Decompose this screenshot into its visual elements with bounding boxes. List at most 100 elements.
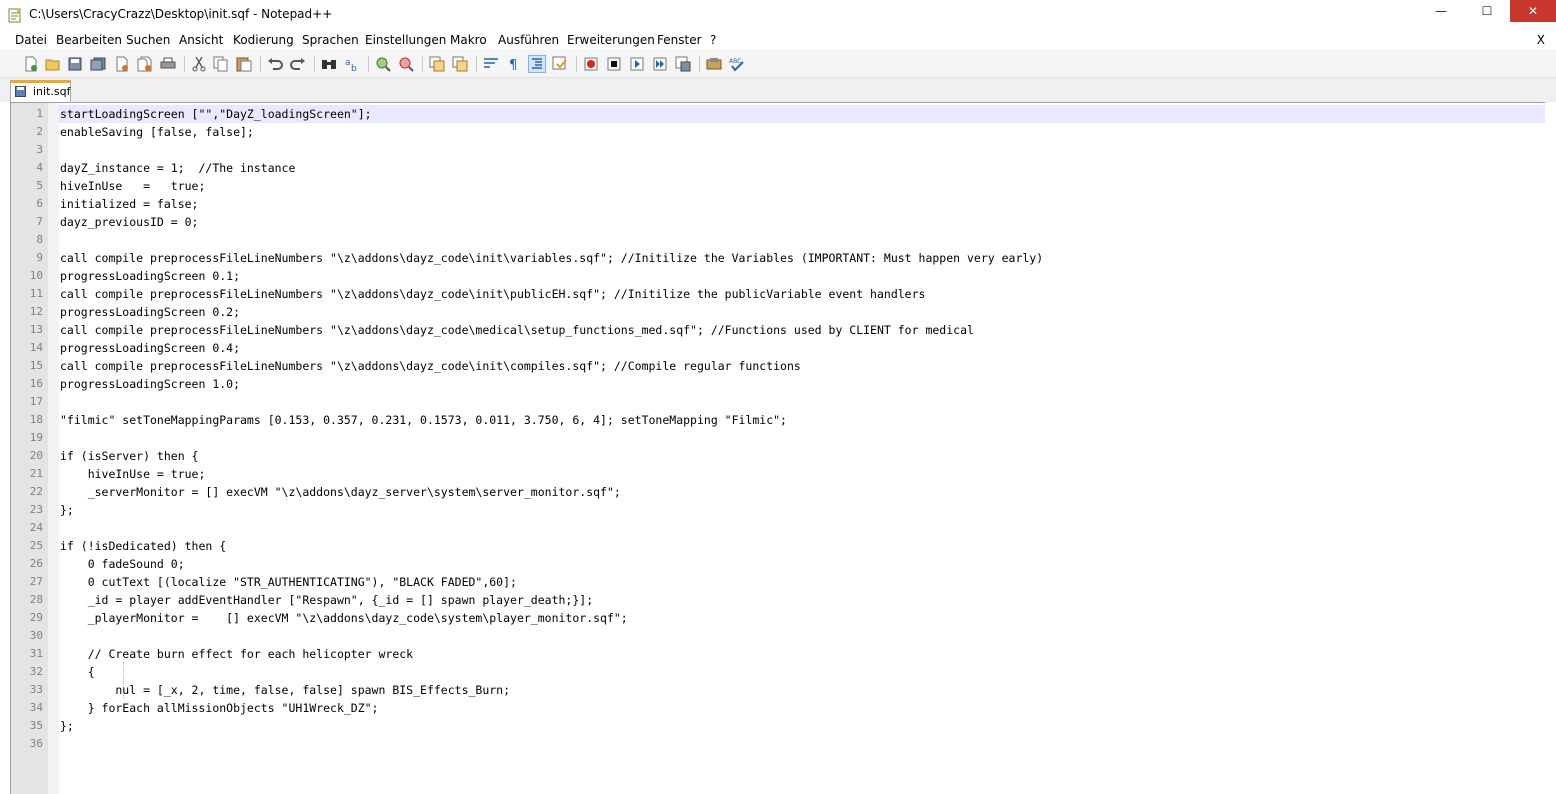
line-text[interactable]: initialized = false; <box>60 195 198 213</box>
save-icon[interactable] <box>66 55 84 73</box>
undo-icon[interactable] <box>266 55 284 73</box>
line-text[interactable]: progressLoadingScreen 0.1; <box>60 267 240 285</box>
paste-icon[interactable] <box>235 55 253 73</box>
line-text[interactable]: nul = [_x, 2, time, false, false] spawn … <box>60 681 510 699</box>
line-text[interactable]: dayZ_instance = 1; //The instance <box>60 159 295 177</box>
print-icon[interactable] <box>159 55 177 73</box>
line-number: 22 <box>29 485 43 498</box>
menu-help[interactable]: ? <box>710 33 716 47</box>
word-wrap-icon[interactable] <box>482 55 500 73</box>
menu-fenster[interactable]: Fenster <box>657 33 702 47</box>
window-controls: — ☐ ✕ <box>1418 0 1556 22</box>
menu-suchen[interactable]: Suchen <box>126 33 170 47</box>
play-macro-icon[interactable] <box>628 55 646 73</box>
tab-label: init.sqf <box>33 85 71 98</box>
line-text[interactable]: "filmic" setToneMappingParams [0.153, 0.… <box>60 411 787 429</box>
line-text[interactable]: _id = player addEventHandler ["Respawn",… <box>60 591 593 609</box>
line-text[interactable]: hiveInUse = true; <box>60 177 205 195</box>
sync-vertical-scroll-icon[interactable] <box>428 55 446 73</box>
find-icon[interactable] <box>320 55 338 73</box>
zoom-in-icon[interactable] <box>374 55 392 73</box>
show-all-characters-icon[interactable]: ¶ <box>505 55 523 73</box>
line-text[interactable]: }; <box>60 717 74 735</box>
replace-icon[interactable]: ab <box>343 55 361 73</box>
minimize-button[interactable]: — <box>1418 0 1464 22</box>
line-number: 32 <box>29 665 43 678</box>
line-text[interactable]: call compile preprocessFileLineNumbers "… <box>60 357 801 375</box>
save-macro-icon[interactable] <box>674 55 692 73</box>
saved-file-icon <box>15 86 26 97</box>
menu-makro[interactable]: Makro <box>450 33 487 47</box>
line-text[interactable]: 0 fadeSound 0; <box>60 555 185 573</box>
open-file-icon[interactable] <box>44 55 62 73</box>
line-text[interactable]: _serverMonitor = [] execVM "\z\addons\da… <box>60 483 621 501</box>
close-document-button[interactable]: X <box>1537 33 1545 47</box>
folder-as-workspace-icon[interactable] <box>551 55 569 73</box>
line-number: 9 <box>36 251 43 264</box>
record-macro-icon[interactable] <box>582 55 600 73</box>
line-number: 4 <box>36 161 43 174</box>
line-text[interactable]: hiveInUse = true; <box>60 465 206 483</box>
stop-recording-icon[interactable] <box>605 55 623 73</box>
copy-icon[interactable] <box>212 55 230 73</box>
menu-einstellungen[interactable]: Einstellungen <box>365 33 446 47</box>
run-macro-multiple-icon[interactable] <box>651 55 669 73</box>
line-text[interactable]: call compile preprocessFileLineNumbers "… <box>60 249 1043 267</box>
line-text[interactable]: { <box>60 663 95 681</box>
line-number: 34 <box>29 701 43 714</box>
menu-ansicht[interactable]: Ansicht <box>179 33 223 47</box>
toolbar-separator <box>476 56 477 72</box>
new-file-icon[interactable] <box>22 55 40 73</box>
line-text[interactable]: progressLoadingScreen 0.2; <box>60 303 240 321</box>
menu-sprachen[interactable]: Sprachen <box>302 33 359 47</box>
line-number: 10 <box>29 269 43 282</box>
line-number: 28 <box>29 593 43 606</box>
menu-ausfuehren[interactable]: Ausführen <box>498 33 559 47</box>
line-text[interactable]: }; <box>60 501 74 519</box>
line-number: 7 <box>36 215 43 228</box>
window-title: C:\Users\CracyCrazz\Desktop\init.sqf - N… <box>29 7 333 21</box>
line-text[interactable]: // Create burn effect for each helicopte… <box>60 645 413 663</box>
line-text[interactable]: call compile preprocessFileLineNumbers "… <box>60 321 974 339</box>
redo-icon[interactable] <box>289 55 307 73</box>
menu-kodierung[interactable]: Kodierung <box>233 33 294 47</box>
toolbar-separator <box>576 56 577 72</box>
close-all-icon[interactable] <box>136 55 154 73</box>
line-number: 3 <box>36 143 43 156</box>
line-text[interactable]: if (isServer) then { <box>60 447 198 465</box>
line-number: 13 <box>29 323 43 336</box>
line-number: 18 <box>29 413 43 426</box>
document-map-icon[interactable] <box>705 55 723 73</box>
toolbar-separator <box>368 56 369 72</box>
cut-icon[interactable] <box>190 55 208 73</box>
line-text[interactable]: call compile preprocessFileLineNumbers "… <box>60 285 925 303</box>
indent-guide-icon[interactable] <box>528 55 546 73</box>
menu-bearbeiten[interactable]: Bearbeiten <box>56 33 122 47</box>
maximize-button[interactable]: ☐ <box>1464 0 1510 22</box>
line-text[interactable]: if (!isDedicated) then { <box>60 537 226 555</box>
close-button[interactable]: ✕ <box>1510 0 1556 22</box>
line-text[interactable]: progressLoadingScreen 1.0; <box>60 375 240 393</box>
fold-margin[interactable] <box>48 103 59 794</box>
line-text[interactable]: dayz_previousID = 0; <box>60 213 198 231</box>
save-all-icon[interactable] <box>89 55 107 73</box>
line-text[interactable]: } forEach allMissionObjects "UH1Wreck_DZ… <box>60 699 379 717</box>
line-text[interactable]: 0 cutText [(localize "STR_AUTHENTICATING… <box>60 573 517 591</box>
zoom-out-icon[interactable] <box>397 55 415 73</box>
text-area[interactable]: 1 startLoadingScreen ["","DayZ_loadingScr… <box>30 103 1545 794</box>
tab-init-sqf[interactable]: init.sqf <box>10 80 71 102</box>
sync-horizontal-scroll-icon[interactable] <box>451 55 469 73</box>
close-file-icon[interactable] <box>113 55 131 73</box>
spell-check-icon[interactable]: ABC <box>728 55 746 73</box>
line-number: 15 <box>29 359 43 372</box>
menu-datei[interactable]: Datei <box>15 33 47 47</box>
line-number: 35 <box>29 719 43 732</box>
svg-text:b: b <box>351 64 357 72</box>
line-text[interactable]: progressLoadingScreen 0.4; <box>60 339 240 357</box>
line-text[interactable]: enableSaving [false, false]; <box>60 123 254 141</box>
menu-erweiterungen[interactable]: Erweiterungen <box>567 33 655 47</box>
line-number: 11 <box>29 287 43 300</box>
code-editor[interactable]: 1 startLoadingScreen ["","DayZ_loadingScr… <box>10 102 1545 794</box>
line-text[interactable]: startLoadingScreen ["","DayZ_loadingScre… <box>60 105 372 123</box>
line-text[interactable]: _playerMonitor = [] execVM "\z\addons\da… <box>60 609 628 627</box>
